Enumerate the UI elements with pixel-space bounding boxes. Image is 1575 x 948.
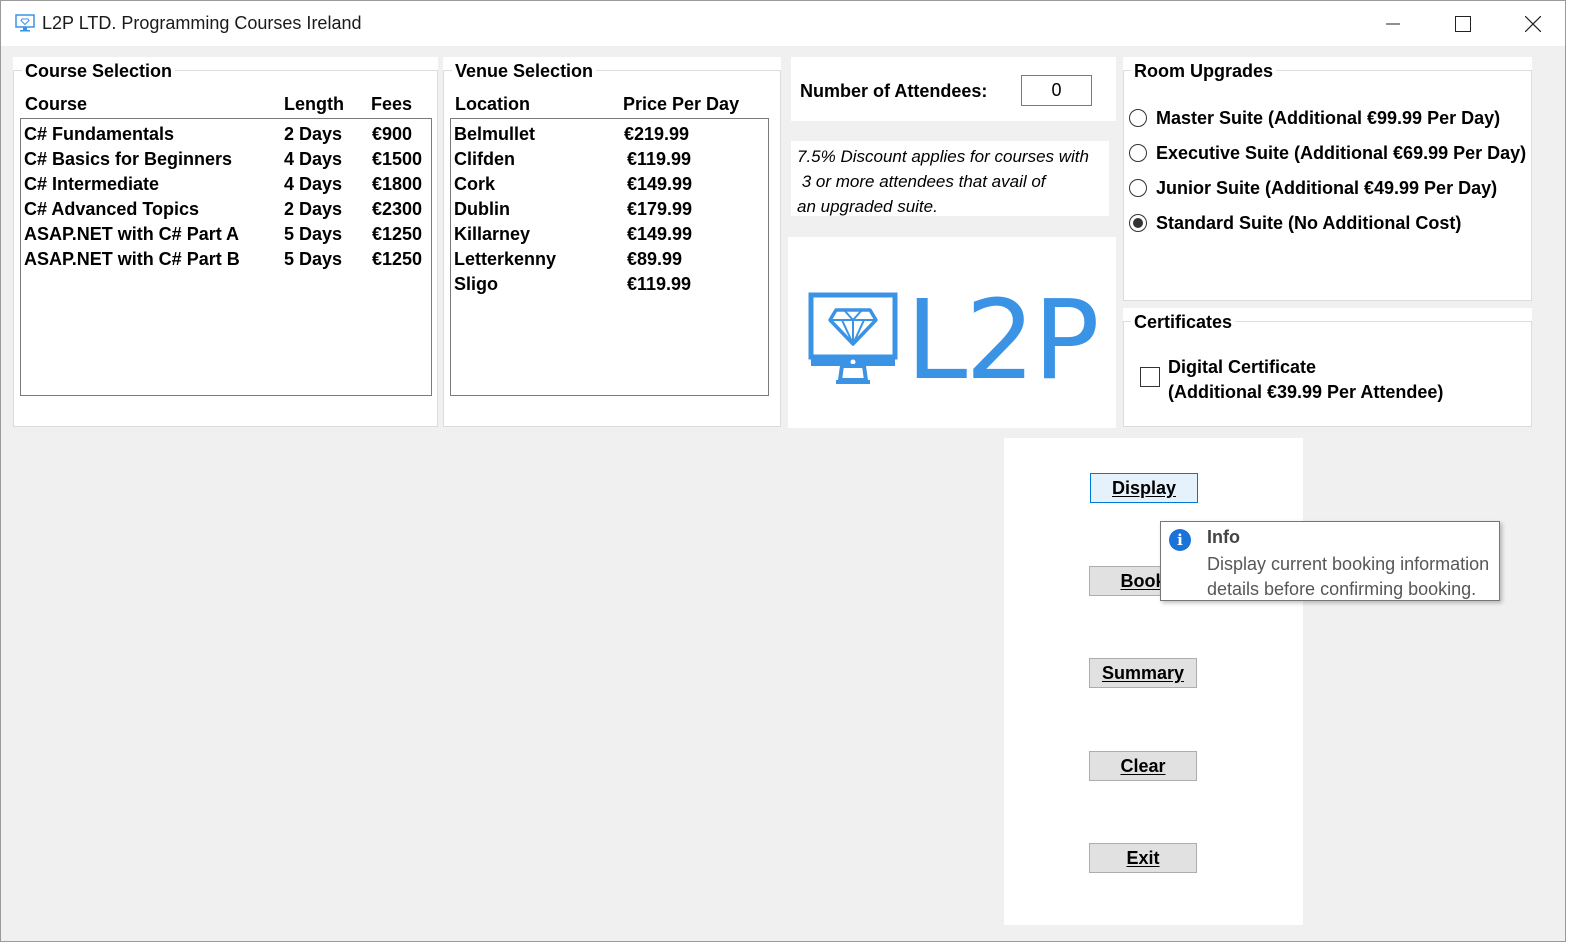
certificates-title: Certificates: [1131, 312, 1236, 333]
master-suite-radio[interactable]: [1129, 109, 1147, 127]
digital-certificate-checkbox[interactable]: [1140, 367, 1160, 387]
exit-button[interactable]: Exit: [1089, 843, 1197, 873]
logo-text: L2P: [906, 276, 1100, 404]
minimize-icon: [1386, 23, 1400, 24]
app-icon: [15, 13, 35, 33]
venue-location: Letterkenny: [454, 249, 557, 269]
venue-price: €119.99: [627, 274, 692, 294]
course-name: C# Fundamentals: [24, 124, 175, 144]
venue-price: €149.99: [627, 174, 693, 194]
course-name: C# Advanced Topics: [24, 199, 200, 219]
course-length: 5 Days: [284, 249, 343, 269]
info-tooltip: i Info Display current booking informati…: [1160, 521, 1500, 601]
display-button[interactable]: Display: [1090, 473, 1198, 503]
venue-location: Cork: [454, 174, 496, 194]
close-icon: [1525, 15, 1541, 32]
attendees-label: Number of Attendees:: [800, 81, 988, 101]
course-name: C# Intermediate: [24, 174, 160, 194]
junior-suite-radio[interactable]: [1129, 179, 1147, 197]
logo-panel: L2P: [788, 237, 1116, 428]
buttons-panel: Display Book Summary Clear Exit: [1004, 438, 1303, 925]
course-fee: €1250: [372, 249, 423, 269]
minimize-button[interactable]: [1359, 1, 1427, 46]
master-suite-label[interactable]: Master Suite (Additional €99.99 Per Day): [1156, 108, 1500, 129]
discount-note-line: an upgraded suite.: [797, 197, 938, 216]
discount-note-line: 7.5% Discount applies for courses with: [797, 147, 1089, 166]
standard-suite-radio[interactable]: [1129, 214, 1147, 232]
venue-price: €89.99: [627, 249, 683, 269]
course-length: 4 Days: [284, 174, 343, 194]
window-title: L2P LTD. Programming Courses Ireland: [42, 13, 362, 33]
course-length: 2 Days: [284, 199, 343, 219]
close-window-button[interactable]: [1499, 1, 1567, 46]
venue-location: Dublin: [454, 199, 510, 219]
venue-location: Clifden: [454, 149, 515, 169]
digital-certificate-line: (Additional €39.99 Per Attendee): [1168, 382, 1444, 402]
course-fee: €1500: [372, 149, 423, 169]
course-name: ASAP.NET with C# Part A: [24, 224, 240, 244]
discount-note: 7.5% Discount applies for courses with 3…: [797, 144, 1089, 219]
venue-location: Belmullet: [454, 124, 536, 144]
course-column-header: Course: [25, 94, 88, 114]
course-fee: €2300: [372, 199, 423, 219]
venue-price: €149.99: [627, 224, 693, 244]
fees-column-header: Fees: [371, 94, 413, 114]
certificates-panel: Certificates Digital Certificate (Additi…: [1123, 308, 1532, 427]
executive-suite-label[interactable]: Executive Suite (Additional €69.99 Per D…: [1156, 143, 1526, 164]
venue-location: Killarney: [454, 224, 531, 244]
discount-note-line: 3 or more attendees that avail of: [797, 172, 1046, 191]
standard-suite-label[interactable]: Standard Suite (No Additional Cost): [1156, 213, 1461, 234]
digital-certificate-label[interactable]: Digital Certificate (Additional €39.99 P…: [1168, 355, 1443, 405]
venue-selection-title: Venue Selection: [452, 61, 597, 82]
course-length: 2 Days: [284, 124, 343, 144]
tooltip-title: Info: [1207, 527, 1240, 547]
venue-listbox[interactable]: Belmullet €219.99 Clifden €119.99 Cork €…: [450, 118, 769, 396]
course-length: 4 Days: [284, 149, 343, 169]
tooltip-line: Display current booking information: [1207, 554, 1490, 574]
course-name: ASAP.NET with C# Part B: [24, 249, 240, 269]
title-bar: L2P LTD. Programming Courses Ireland: [1, 1, 1565, 46]
room-upgrades-panel: Room Upgrades Master Suite (Additional €…: [1123, 57, 1532, 301]
course-selection-panel: Course Selection Course Length Fees C# F…: [13, 57, 438, 427]
course-fee: €1250: [372, 224, 423, 244]
executive-suite-radio[interactable]: [1129, 144, 1147, 162]
summary-button[interactable]: Summary: [1089, 658, 1197, 688]
digital-certificate-line: Digital Certificate: [1168, 357, 1317, 377]
course-fee: €900: [372, 124, 413, 144]
price-column-header: Price Per Day: [623, 94, 740, 114]
main-window: L2P LTD. Programming Courses Ireland Cou…: [0, 0, 1566, 942]
length-column-header: Length: [284, 94, 344, 114]
course-listbox[interactable]: C# Fundamentals 2 Days €900 C# Basics fo…: [20, 118, 432, 396]
monitor-diamond-icon: [808, 292, 898, 384]
location-column-header: Location: [455, 94, 530, 114]
info-icon: i: [1169, 529, 1191, 551]
maximize-icon: [1455, 15, 1471, 32]
venue-location: Sligo: [454, 274, 498, 294]
attendees-panel: Number of Attendees: 0: [791, 57, 1116, 121]
tooltip-body: Display current booking information deta…: [1207, 552, 1499, 602]
discount-note-panel: 7.5% Discount applies for courses with 3…: [791, 141, 1109, 216]
course-fee: €1800: [372, 174, 423, 194]
clear-button[interactable]: Clear: [1089, 751, 1197, 781]
tooltip-line: details before confirming booking.: [1207, 579, 1477, 599]
attendees-input[interactable]: 0: [1021, 75, 1092, 106]
venue-price: €179.99: [627, 199, 693, 219]
venue-selection-panel: Venue Selection Location Price Per Day B…: [443, 57, 781, 427]
maximize-button[interactable]: [1429, 1, 1497, 46]
junior-suite-label[interactable]: Junior Suite (Additional €49.99 Per Day): [1156, 178, 1497, 199]
room-upgrades-title: Room Upgrades: [1131, 61, 1277, 82]
course-length: 5 Days: [284, 224, 343, 244]
course-selection-title: Course Selection: [22, 61, 176, 82]
venue-price: €219.99: [624, 124, 690, 144]
venue-price: €119.99: [627, 149, 692, 169]
course-name: C# Basics for Beginners: [24, 149, 233, 169]
